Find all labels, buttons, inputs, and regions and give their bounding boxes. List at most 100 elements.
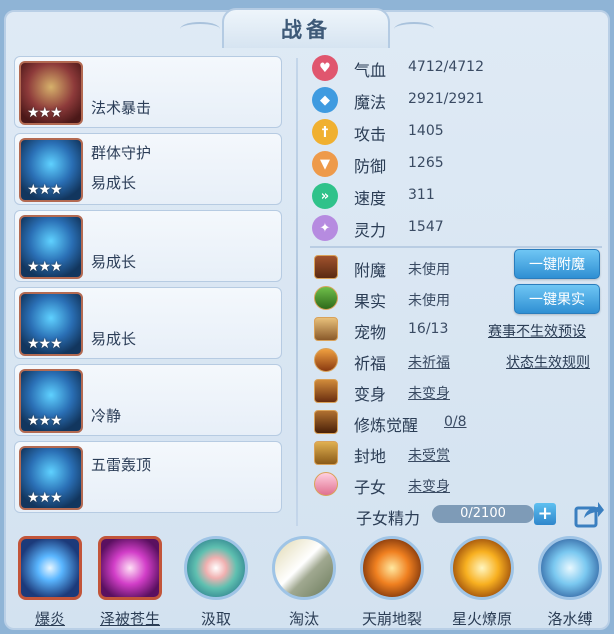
equipment-list: ★★★ 法术暴击 ★★★ 群体守护 易成长 ★★★ 易成长 ★★★ 易成长 ★★… [14, 56, 282, 518]
stat-row-mana: ◆ 魔法 2921/2921 [310, 84, 600, 116]
stat-name: 防御 [354, 157, 387, 176]
add-energy-button[interactable]: + [534, 503, 556, 525]
equipment-slot[interactable]: ★★★ 易成长 [14, 210, 282, 282]
lotus-icon [314, 472, 338, 496]
row-label: 果实 [354, 292, 387, 311]
one-click-fruit-button[interactable]: 一键果实 [514, 284, 600, 314]
fief-icon [314, 441, 338, 465]
star-rating: ★★★ [27, 490, 63, 506]
one-click-enchant-button[interactable]: 一键附魔 [514, 249, 600, 279]
stat-row-spirit: ✦ 灵力 1547 [310, 212, 600, 244]
equipment-slot[interactable]: ★★★ 法术暴击 [14, 56, 282, 128]
stat-value: 1547 [408, 219, 444, 235]
equipment-slot[interactable]: ★★★ 五雷轰顶 [14, 441, 282, 513]
stat-name: 魔法 [354, 93, 387, 112]
row-blessing: 祈福 未祈福 状态生效规则 [310, 345, 606, 376]
equipment-icon: ★★★ [19, 61, 83, 125]
stat-value: 1265 [408, 155, 444, 171]
skill-slot[interactable]: 爆炎 [10, 536, 90, 629]
stat-row-defense: ▼ 防御 1265 [310, 148, 600, 180]
equipment-icon: ★★★ [19, 446, 83, 510]
skill-bar: 爆炎 泽被苍生 汲取 淘汰 天崩地裂 星火燎原 洛水缚 [10, 536, 610, 630]
event-preset-link[interactable]: 赛事不生效预设 [488, 321, 586, 341]
row-label: 宠物 [354, 323, 387, 342]
skill-slot[interactable]: 星火燎原 [442, 536, 522, 629]
equipment-icon: ★★★ [19, 292, 83, 356]
row-label: 封地 [354, 447, 387, 466]
water-bind-icon [538, 536, 602, 600]
equipment-effect: 易成长 [91, 174, 137, 192]
equipment-icon: ★★★ [19, 215, 83, 279]
column-divider [296, 58, 298, 526]
skill-slot[interactable]: 洛水缚 [530, 536, 610, 629]
stat-value: 1405 [408, 123, 444, 139]
row-label: 附魔 [354, 261, 387, 280]
row-value: 未使用 [408, 262, 450, 278]
page-title: 战备 [222, 8, 390, 48]
row-value[interactable]: 未变身 [408, 476, 450, 496]
cultivation-icon [314, 410, 338, 434]
stat-name: 速度 [354, 189, 387, 208]
stats-list: ♥ 气血 4712/4712 ◆ 魔法 2921/2921 † 攻击 1405 … [310, 52, 600, 244]
equipment-slot[interactable]: ★★★ 群体守护 易成长 [14, 133, 282, 205]
row-label: 修炼觉醒 [354, 416, 419, 435]
stat-row-speed: » 速度 311 [310, 180, 600, 212]
equipment-skill: 五雷轰顶 [91, 456, 152, 474]
star-rating: ★★★ [27, 105, 63, 121]
equipment-slot[interactable]: ★★★ 易成长 [14, 287, 282, 359]
stat-name: 攻击 [354, 125, 387, 144]
heart-icon: ♥ [312, 55, 338, 81]
equipment-icon: ★★★ [19, 138, 83, 202]
child-energy-value: 0/2100 [460, 506, 506, 521]
equipment-icon: ★★★ [19, 369, 83, 433]
star-rating: ★★★ [27, 182, 63, 198]
title-ornament-left [180, 22, 220, 36]
row-value[interactable]: 未受赏 [408, 445, 450, 465]
attack-icon: † [312, 119, 338, 145]
star-rating: ★★★ [27, 259, 63, 275]
speed-icon: » [312, 183, 338, 209]
skill-slot[interactable]: 泽被苍生 [90, 536, 170, 629]
explosion-flame-icon [18, 536, 82, 600]
skill-slot[interactable]: 淘汰 [264, 536, 344, 629]
stat-value: 2921/2921 [408, 91, 484, 107]
transform-icon [314, 379, 338, 403]
equipment-slot[interactable]: ★★★ 冷静 [14, 364, 282, 436]
row-value[interactable]: 未祈福 [408, 352, 450, 372]
status-rules-link[interactable]: 状态生效规则 [506, 352, 590, 372]
skill-label: 爆炎 [34, 610, 65, 628]
skill-label: 天崩地裂 [361, 610, 422, 628]
enchant-icon [314, 255, 338, 279]
row-label: 祈福 [354, 354, 387, 373]
equipment-effect: 易成长 [91, 330, 137, 348]
row-pet: 宠物 16/13 赛事不生效预设 [310, 314, 606, 345]
row-transform: 变身 未变身 [310, 376, 606, 407]
page-title-text: 战备 [281, 18, 331, 42]
equipment-effect: 法术暴击 [91, 99, 152, 117]
row-label: 子女 [354, 478, 387, 497]
title-ornament-right [394, 22, 434, 36]
skill-label: 淘汰 [288, 610, 319, 628]
stat-name: 灵力 [354, 221, 387, 240]
row-cultivation: 修炼觉醒 0/8 [310, 407, 606, 438]
row-value: 未使用 [408, 293, 450, 309]
star-rating: ★★★ [27, 413, 63, 429]
fruit-icon [314, 286, 338, 310]
row-label: 变身 [354, 385, 387, 404]
star-rating: ★★★ [27, 336, 63, 352]
row-value[interactable]: 未变身 [408, 383, 450, 403]
row-child: 子女 未变身 [310, 469, 606, 500]
equipment-effect: 易成长 [91, 253, 137, 271]
share-icon[interactable] [574, 500, 604, 528]
row-value[interactable]: 0/8 [444, 414, 467, 430]
stat-row-hp: ♥ 气血 4712/4712 [310, 52, 600, 84]
mana-icon: ◆ [312, 87, 338, 113]
eliminate-icon [272, 536, 336, 600]
skill-slot[interactable]: 汲取 [176, 536, 256, 629]
equipment-effect: 冷静 [91, 407, 122, 425]
skill-label: 泽被苍生 [99, 610, 160, 628]
skill-label: 洛水缚 [547, 610, 593, 628]
child-energy-label: 子女精力 [356, 509, 421, 528]
spirit-icon: ✦ [312, 215, 338, 241]
skill-slot[interactable]: 天崩地裂 [352, 536, 432, 629]
